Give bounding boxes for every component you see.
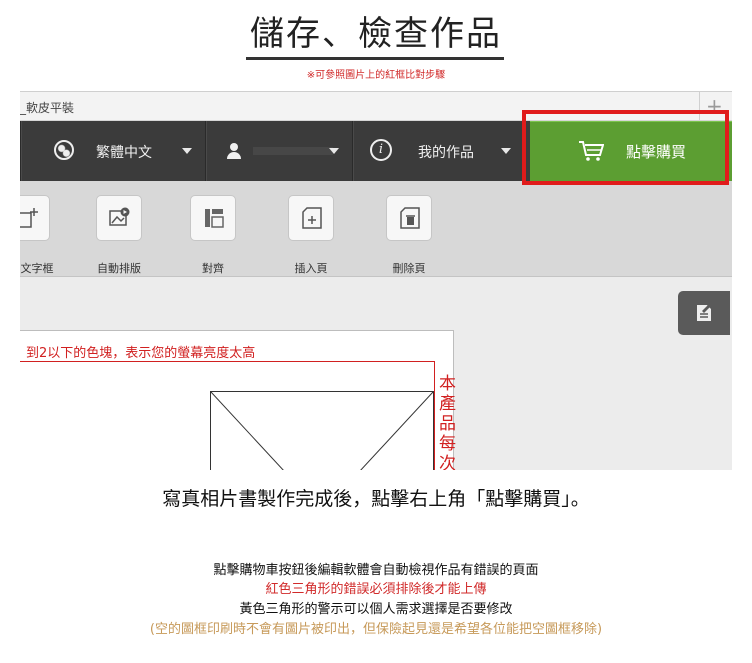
user-icon[interactable] [227, 143, 241, 159]
editor-toolbar: 文字框 自動排版 對齊 插入頁 刪除頁 [20, 181, 732, 277]
globe-icon[interactable] [54, 140, 74, 160]
instruction-text: 寫真相片書製作完成後，點擊右上角「點擊購買」。 [162, 488, 590, 510]
canvas-warning-text: 到2以下的色塊，表示您的螢幕亮度太高 [26, 346, 256, 361]
page-canvas[interactable]: 到2以下的色塊，表示您的螢幕亮度太高 本產品每次 [20, 330, 456, 470]
red-guide-line [434, 361, 435, 470]
auto-layout-button[interactable] [96, 195, 142, 241]
nav-separator [205, 121, 207, 181]
page-subtitle: ※可參照圖片上的紅框比對步驟 [306, 70, 446, 81]
chevron-down-icon[interactable] [329, 148, 339, 154]
add-text-button[interactable] [20, 195, 50, 241]
note-line-error: 紅色三角形的錯誤必須排除後才能上傳 [265, 582, 487, 597]
tool-label: 插入頁 [294, 262, 328, 275]
chevron-down-icon[interactable] [182, 148, 192, 154]
tool-label: 文字框 [20, 262, 54, 275]
insert-page-icon [302, 207, 322, 229]
align-button[interactable] [190, 195, 236, 241]
delete-page-icon [400, 207, 420, 229]
language-selector[interactable]: 繁體中文 [96, 142, 152, 162]
tool-label: 自動排版 [97, 262, 141, 275]
red-guide-line [20, 361, 435, 362]
edit-document-icon [697, 305, 711, 321]
highlight-box [522, 110, 729, 185]
editor-workspace: 到2以下的色塊，表示您的螢幕亮度太高 本產品每次 [20, 277, 732, 470]
empty-frame-cross [211, 392, 433, 470]
tool-label: 對齊 [202, 262, 224, 275]
insert-page-button[interactable] [288, 195, 334, 241]
delete-page-button[interactable] [386, 195, 432, 241]
page-title: 儲存、檢查作品 [250, 14, 502, 54]
user-name-redacted[interactable] [253, 147, 333, 155]
nav-separator [352, 121, 354, 181]
note-line: 點擊購物車按鈕後編輯軟體會自動檢視作品有錯誤的頁面 [213, 563, 539, 578]
nav-separator [20, 121, 22, 181]
tool-label: 刪除頁 [392, 262, 426, 275]
add-text-icon [20, 208, 38, 228]
vertical-notice-text: 本產品每次 [439, 374, 456, 470]
empty-photo-frame[interactable] [210, 391, 434, 470]
auto-layout-icon [109, 207, 130, 226]
tab-title[interactable]: _軟皮平裝 [20, 99, 74, 116]
title-underline [246, 57, 504, 60]
chevron-down-icon[interactable] [501, 148, 511, 154]
align-icon [205, 209, 224, 228]
my-works-menu[interactable]: 我的作品 [418, 142, 474, 162]
note-line-tip: (空的圖框印刷時不會有圖片被印出，但保險起見還是希望各位能把空圖框移除) [149, 622, 603, 637]
side-panel-button[interactable] [678, 291, 730, 335]
info-icon[interactable]: i [370, 139, 392, 161]
note-line: 黃色三角形的警示可以個人需求選擇是否要修改 [239, 602, 513, 617]
